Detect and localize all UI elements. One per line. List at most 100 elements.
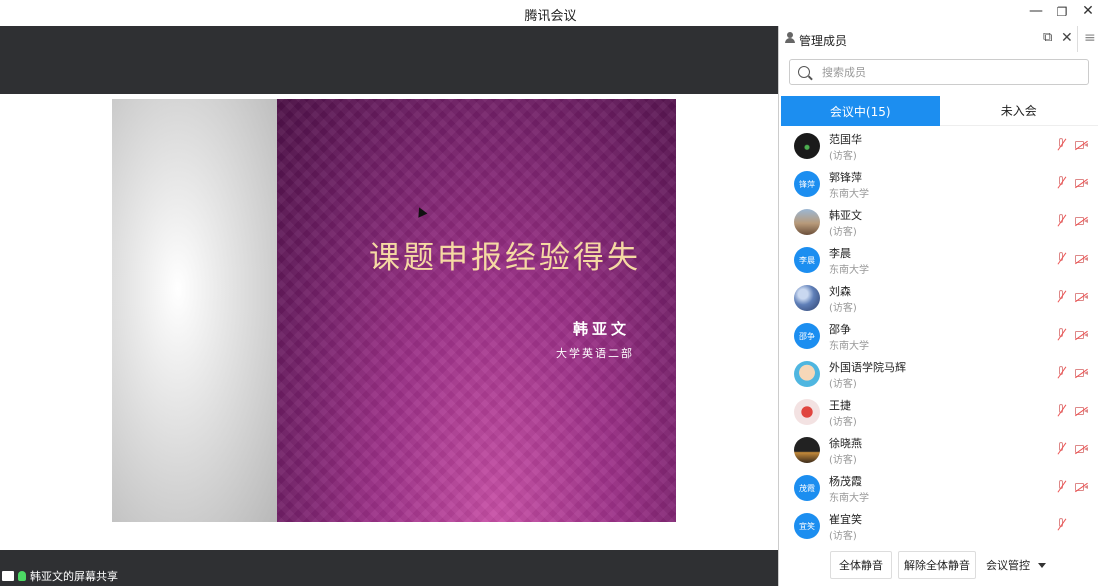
member-row[interactable]: 韩亚文 (访客): [779, 204, 1101, 242]
member-row[interactable]: 李晨 李晨 东南大学: [779, 242, 1101, 280]
member-row[interactable]: 王捷 (访客): [779, 394, 1101, 432]
presentation-slide: 课题申报经验得失 韩亚文 大学英语二部: [112, 99, 676, 522]
meeting-control-button[interactable]: 会议管控: [982, 551, 1050, 579]
screen-share-icon: [2, 571, 14, 581]
tab-not-joined[interactable]: 未入会: [939, 96, 1098, 126]
chevron-down-icon: [1038, 562, 1046, 568]
close-button[interactable]: ✕: [1076, 3, 1100, 19]
camera-off-icon[interactable]: [1075, 483, 1089, 492]
meeting-control-label: 会议管控: [986, 559, 1030, 572]
member-affiliation: 东南大学: [829, 341, 869, 352]
avatar: [794, 209, 820, 235]
member-row[interactable]: 刘森 (访客): [779, 280, 1101, 318]
panel-footer: 全体静音 解除全体静音 会议管控: [779, 546, 1101, 586]
member-row[interactable]: 茂霞 杨茂霞 东南大学: [779, 470, 1101, 508]
panel-header: 管理成员 ⧉ ✕ ≡: [779, 26, 1101, 52]
avatar: [794, 361, 820, 387]
tab-in-meeting[interactable]: 会议中(15): [781, 96, 940, 126]
camera-off-icon[interactable]: [1075, 217, 1089, 226]
mute-all-label: 全体静音: [839, 559, 883, 572]
member-affiliation: 东南大学: [829, 265, 869, 276]
member-affiliation: (访客): [829, 417, 857, 428]
slide-author: 韩亚文: [572, 320, 630, 338]
member-name: 邵争: [829, 323, 851, 336]
member-affiliation: (访客): [829, 227, 857, 238]
camera-off-icon[interactable]: [1075, 445, 1089, 454]
member-row[interactable]: 徐晓燕 (访客): [779, 432, 1101, 470]
mic-muted-icon[interactable]: [1056, 290, 1066, 304]
avatar: [794, 133, 820, 159]
mic-muted-icon[interactable]: [1056, 252, 1066, 266]
member-name: 王捷: [829, 399, 851, 412]
avatar: [794, 437, 820, 463]
title-bar: 腾讯会议 — ❐ ✕: [0, 0, 1101, 26]
avatar: 宜笑: [794, 513, 820, 539]
camera-off-icon[interactable]: [1075, 293, 1089, 302]
avatar: [794, 399, 820, 425]
member-affiliation: (访客): [829, 379, 857, 390]
member-row[interactable]: 范国华 (访客): [779, 128, 1101, 166]
slide-department: 大学英语二部: [556, 347, 634, 360]
member-name: 徐晓燕: [829, 437, 862, 450]
avatar: 锋萍: [794, 171, 820, 197]
panel-close-icon[interactable]: ✕: [1061, 30, 1073, 46]
slide-left-panel: [112, 99, 277, 522]
mic-muted-icon[interactable]: [1056, 328, 1066, 342]
member-row[interactable]: 外国语学院马辉 (访客): [779, 356, 1101, 394]
member-name: 郭锋萍: [829, 171, 862, 184]
mic-muted-icon[interactable]: [1056, 138, 1066, 152]
member-row[interactable]: 锋萍 郭锋萍东南大学: [779, 166, 1101, 204]
member-row[interactable]: 邵争 邵争 东南大学: [779, 318, 1101, 356]
unmute-all-label: 解除全体静音: [904, 559, 970, 572]
camera-off-icon[interactable]: [1075, 179, 1089, 188]
avatar: 邵争: [794, 323, 820, 349]
member-panel: 管理成员 ⧉ ✕ ≡ 会议中(15) 未入会 范国华(访客)锋萍郭锋萍东南大学韩…: [778, 26, 1101, 586]
member-affiliation: (访客): [829, 303, 857, 314]
user-icon: [785, 32, 795, 43]
mic-muted-icon[interactable]: [1056, 404, 1066, 418]
unmute-all-button[interactable]: 解除全体静音: [898, 551, 976, 579]
avatar: 李晨: [794, 247, 820, 273]
mic-icon: [18, 571, 26, 581]
member-name: 韩亚文: [829, 209, 862, 222]
mic-muted-icon[interactable]: [1056, 518, 1066, 532]
member-name: 李晨: [829, 247, 851, 260]
member-affiliation: (访客): [829, 151, 857, 162]
restore-button[interactable]: ❐: [1050, 5, 1074, 19]
search-icon: [798, 66, 810, 78]
search-input[interactable]: [820, 64, 1074, 80]
member-name: 崔宜笑: [829, 513, 862, 526]
member-tabs: 会议中(15) 未入会: [781, 96, 1098, 126]
menu-icon[interactable]: ≡: [1084, 30, 1096, 46]
member-affiliation: (访客): [829, 531, 857, 542]
mic-muted-icon[interactable]: [1056, 480, 1066, 494]
share-status-text: 韩亚文的屏幕共享: [30, 570, 118, 583]
member-list: 范国华 (访客) 锋萍 郭锋萍 东南大学 韩亚文 (访客) 李晨 李晨 东南大学 刘森 (访客) 邵争邵…: [779, 128, 1101, 546]
mic-muted-icon[interactable]: [1056, 442, 1066, 456]
camera-off-icon[interactable]: [1075, 141, 1089, 150]
member-affiliation: (访客): [829, 455, 857, 466]
member-search[interactable]: [789, 59, 1089, 85]
panel-title: 管理成员: [799, 34, 848, 48]
mic-muted-icon[interactable]: [1056, 366, 1066, 380]
member-name: 杨茂霞: [829, 475, 862, 488]
camera-off-icon[interactable]: [1075, 407, 1089, 416]
member-row[interactable]: 宜笑 崔宜笑 (访客): [779, 508, 1101, 546]
camera-off-icon[interactable]: [1075, 331, 1089, 340]
minimize-button[interactable]: —: [1024, 3, 1048, 19]
mute-all-button[interactable]: 全体静音: [830, 551, 892, 579]
popout-icon[interactable]: ⧉: [1043, 30, 1052, 45]
member-name: 范国华: [829, 133, 862, 146]
avatar: [794, 285, 820, 311]
mic-muted-icon[interactable]: [1056, 214, 1066, 228]
camera-off-icon[interactable]: [1075, 369, 1089, 378]
member-name: 刘森: [829, 285, 851, 298]
member-affiliation: 东南大学: [829, 189, 869, 200]
window-title: 腾讯会议: [524, 9, 577, 24]
avatar: 茂霞: [794, 475, 820, 501]
header-divider: [1077, 26, 1078, 52]
camera-off-icon[interactable]: [1075, 255, 1089, 264]
member-name: 外国语学院马辉: [829, 361, 906, 374]
mic-muted-icon[interactable]: [1056, 176, 1066, 190]
slide-right-panel: 课题申报经验得失 韩亚文 大学英语二部: [277, 99, 676, 522]
